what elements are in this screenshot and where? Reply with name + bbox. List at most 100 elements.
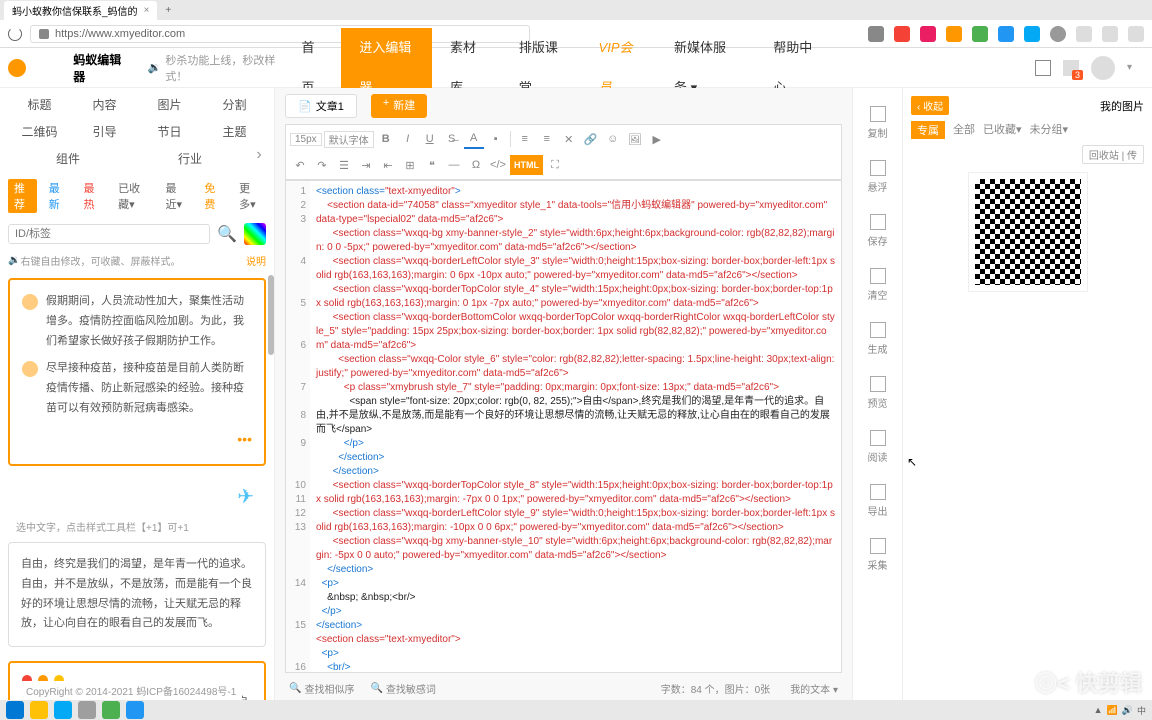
notification-icon[interactable]: 3 bbox=[1063, 60, 1079, 76]
tool-float[interactable]: 悬浮 bbox=[853, 150, 902, 204]
undo-button[interactable]: ↶ bbox=[290, 155, 310, 175]
more-icon[interactable]: ••• bbox=[22, 427, 252, 452]
table-button[interactable]: ⊞ bbox=[400, 155, 420, 175]
chevron-right-icon[interactable]: › bbox=[252, 146, 266, 171]
app-icon[interactable] bbox=[126, 701, 144, 719]
indent-button[interactable]: ⇥ bbox=[356, 155, 376, 175]
redo-button[interactable]: ↷ bbox=[312, 155, 332, 175]
tool-preview[interactable]: 预览 bbox=[853, 366, 902, 420]
scrollbar-thumb[interactable] bbox=[268, 275, 274, 355]
explorer-icon[interactable] bbox=[30, 701, 48, 719]
upload-button[interactable]: 回收站 | 传 bbox=[1082, 145, 1144, 164]
template-list[interactable]: 假期期间，人员流动性加大，聚集性活动增多。疫情防控面临风险加剧。为此，我们希望家… bbox=[0, 270, 274, 700]
ext-icon[interactable] bbox=[946, 26, 962, 42]
filter-hot[interactable]: 最热 bbox=[77, 179, 106, 213]
list-button[interactable]: ☰ bbox=[334, 155, 354, 175]
tool-collect[interactable]: 采集 bbox=[853, 528, 902, 582]
collapse-button[interactable]: ‹ 收起 bbox=[911, 96, 949, 115]
filter-recent[interactable]: 最近▾ bbox=[159, 179, 192, 213]
chevron-down-icon[interactable]: ▾ bbox=[1127, 62, 1132, 73]
html-button[interactable]: HTML bbox=[510, 155, 543, 175]
align-center-button[interactable]: ≡ bbox=[537, 129, 557, 149]
cat-guide[interactable]: 引导 bbox=[73, 119, 136, 144]
app-icon[interactable] bbox=[102, 701, 120, 719]
bold-button[interactable]: B bbox=[376, 129, 396, 149]
filter-fav[interactable]: 已收藏▾ bbox=[112, 179, 153, 213]
system-tray[interactable]: ▲📶🔊中 bbox=[1094, 704, 1146, 717]
cat-content[interactable]: 内容 bbox=[73, 92, 136, 117]
underline-button[interactable]: U bbox=[420, 129, 440, 149]
tool-read[interactable]: 阅读 bbox=[853, 420, 902, 474]
cat-qr[interactable]: 二维码 bbox=[8, 119, 71, 144]
bg-color-button[interactable]: ▪ bbox=[486, 129, 506, 149]
ext-icon[interactable] bbox=[1102, 26, 1118, 42]
filter-more[interactable]: 更多▾ bbox=[233, 179, 266, 213]
tool-generate[interactable]: 生成 bbox=[853, 312, 902, 366]
new-doc-button[interactable]: + 新建 bbox=[371, 94, 427, 118]
search-similar-button[interactable]: 🔍 查找相似序 bbox=[289, 681, 354, 696]
cat-title[interactable]: 标题 bbox=[8, 92, 71, 117]
search-sensitive-button[interactable]: 🔍 查找敏感词 bbox=[370, 681, 435, 696]
tab-all[interactable]: 全部 bbox=[953, 121, 975, 139]
filter-rec[interactable]: 推荐 bbox=[8, 179, 37, 213]
tab-fav[interactable]: 已收藏▾ bbox=[983, 121, 1022, 139]
ext-icon[interactable] bbox=[1076, 26, 1092, 42]
refresh-icon[interactable] bbox=[8, 27, 22, 41]
app-icon[interactable] bbox=[54, 701, 72, 719]
quote-button[interactable]: ❝ bbox=[422, 155, 442, 175]
filter-free[interactable]: 免费 bbox=[198, 179, 227, 213]
ext-icon[interactable] bbox=[868, 26, 884, 42]
ext-icon[interactable] bbox=[998, 26, 1014, 42]
color-picker[interactable] bbox=[244, 223, 266, 245]
tool-export[interactable]: 导出 bbox=[853, 474, 902, 528]
ext-icon[interactable] bbox=[894, 26, 910, 42]
ext-icon[interactable] bbox=[920, 26, 936, 42]
theme-icon[interactable] bbox=[1035, 60, 1051, 76]
cat-industry[interactable]: 行业 bbox=[130, 146, 250, 171]
special-button[interactable]: Ω bbox=[466, 155, 486, 175]
tab-exclusive[interactable]: 专属 bbox=[911, 121, 945, 139]
link-button[interactable]: 🔗 bbox=[581, 129, 601, 149]
strike-button[interactable]: S̶ bbox=[442, 129, 462, 149]
cat-component[interactable]: 组件 bbox=[8, 146, 128, 171]
align-left-button[interactable]: ≡ bbox=[515, 129, 535, 149]
emoji-button[interactable]: ☺ bbox=[603, 129, 623, 149]
font-size-select[interactable]: 15px bbox=[290, 133, 322, 146]
template-card[interactable]: 自由，终究是我们的渴望，是年青一代的追求。自由，并不是放纵，不是放荡，而是能有一… bbox=[8, 542, 266, 647]
ext-icon[interactable] bbox=[972, 26, 988, 42]
code-content[interactable]: <section class="text-xmyeditor"> <sectio… bbox=[310, 181, 841, 672]
source-button[interactable]: </> bbox=[488, 155, 508, 175]
ext-icon[interactable] bbox=[1050, 26, 1066, 42]
tool-copy[interactable]: 复制 bbox=[853, 96, 902, 150]
search-icon[interactable]: 🔍 bbox=[216, 223, 238, 245]
my-article-dropdown[interactable]: 我的文本 ▾ bbox=[790, 681, 838, 696]
video-button[interactable]: ▶ bbox=[647, 129, 667, 149]
fullscreen-button[interactable]: ⛶ bbox=[545, 155, 565, 175]
italic-button[interactable]: I bbox=[398, 129, 418, 149]
search-input[interactable] bbox=[8, 224, 210, 244]
user-avatar[interactable] bbox=[1091, 56, 1115, 80]
code-editor[interactable]: 1234567891011121314151617181920212223242… bbox=[285, 180, 842, 673]
clear-format-button[interactable]: ✕ bbox=[559, 129, 579, 149]
template-card[interactable]: 假期期间，人员流动性加大，聚集性活动增多。疫情防控面临风险加剧。为此，我们希望家… bbox=[8, 278, 266, 466]
font-family-select[interactable]: 默认字体 bbox=[324, 131, 374, 148]
ext-icon[interactable] bbox=[1128, 26, 1144, 42]
new-tab-button[interactable]: + bbox=[165, 5, 171, 16]
doc-tab[interactable]: 📄 文章1 bbox=[285, 94, 357, 118]
cat-festival[interactable]: 节日 bbox=[138, 119, 201, 144]
browser-tab[interactable]: 蚂小蚁教你信保联系_蚂信的 × bbox=[4, 1, 157, 20]
tool-save[interactable]: 保存 bbox=[853, 204, 902, 258]
filter-new[interactable]: 最新 bbox=[43, 179, 72, 213]
cat-image[interactable]: 图片 bbox=[138, 92, 201, 117]
cat-split[interactable]: 分割 bbox=[203, 92, 266, 117]
ext-icon[interactable] bbox=[1024, 26, 1040, 42]
image-button[interactable]: 🖼 bbox=[625, 129, 645, 149]
cat-theme[interactable]: 主题 bbox=[203, 119, 266, 144]
edge-icon[interactable] bbox=[6, 701, 24, 719]
tab-ungrouped[interactable]: 未分组▾ bbox=[1030, 121, 1069, 139]
outdent-button[interactable]: ⇤ bbox=[378, 155, 398, 175]
close-icon[interactable]: × bbox=[144, 5, 150, 16]
tool-clear[interactable]: 清空 bbox=[853, 258, 902, 312]
hint-link[interactable]: 说明 bbox=[246, 253, 266, 268]
logo[interactable] bbox=[0, 59, 73, 77]
